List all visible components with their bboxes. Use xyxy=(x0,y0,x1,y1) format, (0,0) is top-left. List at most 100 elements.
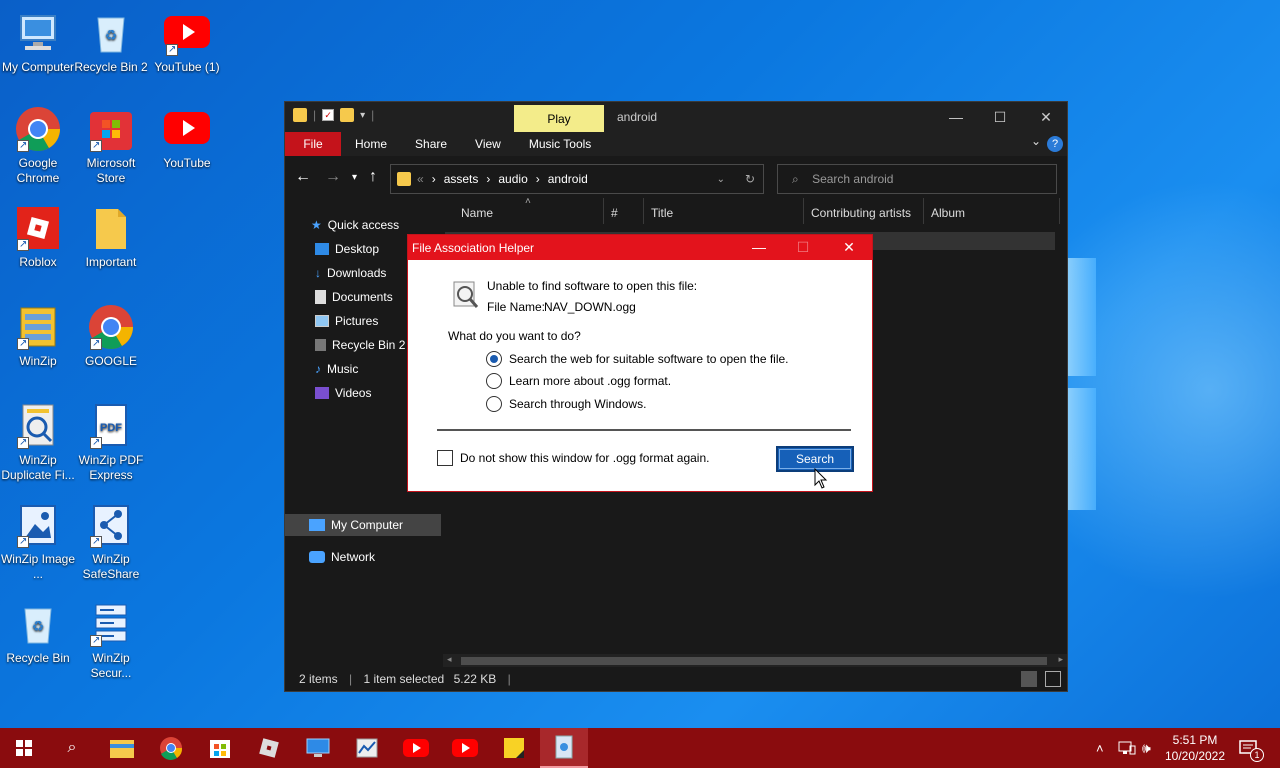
nav-item-pictures[interactable]: Pictures xyxy=(315,310,378,332)
radio-search-web[interactable] xyxy=(486,351,502,367)
taskbar-sticky-notes[interactable] xyxy=(490,728,538,768)
properties-icon[interactable]: ✓ xyxy=(322,109,335,121)
desktop-icon-roblox[interactable]: Roblox xyxy=(0,205,76,270)
column-header-album[interactable]: Album xyxy=(931,206,965,220)
radio-label-search-web[interactable]: Search the web for suitable software to … xyxy=(509,352,789,366)
column-header-contributing-artists[interactable]: Contributing artists xyxy=(811,206,911,220)
minimize-button[interactable]: — xyxy=(933,102,979,132)
nav-item-videos[interactable]: Videos xyxy=(315,382,371,404)
network-status-icon[interactable] xyxy=(1118,728,1136,768)
notification-center-button[interactable]: 1 xyxy=(1238,728,1264,768)
scroll-left-icon[interactable]: ◂ xyxy=(447,654,452,665)
tab-share[interactable]: Share xyxy=(401,132,461,156)
desktop-icon-google[interactable]: GOOGLE xyxy=(73,304,149,369)
details-view-icon[interactable] xyxy=(1021,671,1037,687)
nav-item-downloads[interactable]: ↓ Downloads xyxy=(315,262,386,284)
column-header-title[interactable]: Title xyxy=(651,206,673,220)
help-icon[interactable]: ? xyxy=(1047,136,1063,152)
up-arrow-icon[interactable]: ↑ xyxy=(369,168,377,186)
taskbar-clock[interactable]: 5:51 PM 10/20/2022 xyxy=(1162,732,1228,764)
large-icons-view-icon[interactable] xyxy=(1045,671,1061,687)
back-arrow-icon[interactable]: ← xyxy=(295,168,311,186)
volume-icon[interactable]: 🕪 xyxy=(1142,728,1151,768)
radio-label-search-windows[interactable]: Search through Windows. xyxy=(509,397,646,411)
nav-item-quick-access[interactable]: ★ Quick access xyxy=(311,214,399,236)
column-separator[interactable] xyxy=(603,198,604,224)
taskbar-youtube-1[interactable] xyxy=(392,728,440,768)
taskbar-remote-desktop[interactable] xyxy=(294,728,342,768)
taskbar-chrome[interactable] xyxy=(147,728,195,768)
radio-learn-more[interactable] xyxy=(486,373,502,389)
breadcrumb-overflow[interactable]: « xyxy=(417,172,424,186)
dialog-maximize-button[interactable]: ☐ xyxy=(782,235,824,260)
desktop-icon-youtube-1[interactable]: YouTube (1) xyxy=(149,10,225,75)
radio-label-learn-more[interactable]: Learn more about .ogg format. xyxy=(509,374,671,388)
desktop-icon-youtube[interactable]: YouTube xyxy=(149,106,225,171)
desktop-icon-winzip-safeshare[interactable]: WinZip SafeShare xyxy=(73,502,149,582)
scrollbar-thumb[interactable] xyxy=(461,657,1047,665)
desktop-icon-winzip-image[interactable]: WinZip Image ... xyxy=(0,502,76,582)
close-button[interactable]: ✕ xyxy=(1023,102,1069,132)
dialog-minimize-button[interactable]: — xyxy=(738,235,780,260)
tab-file[interactable]: File xyxy=(285,132,341,156)
expand-ribbon-icon[interactable]: ⌄ xyxy=(1031,134,1041,148)
desktop-icon-winzip[interactable]: WinZip xyxy=(0,304,76,369)
desktop-icon-winzip-pdf[interactable]: PDF WinZip PDF Express xyxy=(73,403,149,483)
column-header-name[interactable]: Name xyxy=(461,206,493,220)
taskbar-search-button[interactable]: ⌕ xyxy=(48,728,96,768)
breadcrumb-assets[interactable]: assets xyxy=(444,172,479,186)
desktop-icon-winzip-duplicate[interactable]: WinZip Duplicate Fi... xyxy=(0,403,76,483)
column-separator[interactable] xyxy=(923,198,924,224)
explorer-titlebar[interactable]: | ✓ ▾ | Play android — ☐ ✕ xyxy=(285,102,1067,132)
start-button[interactable] xyxy=(0,728,48,768)
nav-item-desktop[interactable]: Desktop xyxy=(315,238,379,260)
tab-view[interactable]: View xyxy=(461,132,515,156)
do-not-show-checkbox[interactable] xyxy=(437,450,453,466)
taskbar-youtube-2[interactable] xyxy=(441,728,489,768)
taskbar-file-association-helper[interactable] xyxy=(540,728,588,768)
nav-item-documents[interactable]: Documents xyxy=(315,286,393,308)
taskbar-roblox[interactable] xyxy=(245,728,293,768)
desktop-icon-my-computer[interactable]: My Computer xyxy=(0,10,76,75)
breadcrumb-android[interactable]: android xyxy=(548,172,588,186)
desktop-icon-microsoft-store[interactable]: Microsoft Store xyxy=(73,106,149,186)
taskbar-system-monitor[interactable] xyxy=(343,728,391,768)
address-bar[interactable]: « › assets › audio › android ⌄ ↻ xyxy=(390,164,764,194)
desktop-icon-recycle-bin-2[interactable]: ♻ Recycle Bin 2 xyxy=(73,10,149,75)
desktop-icon-winzip-secure[interactable]: WinZip Secur... xyxy=(73,601,149,681)
forward-arrow-icon[interactable]: → xyxy=(325,168,341,186)
recent-locations-chevron-icon[interactable]: ▾ xyxy=(352,172,357,183)
search-input[interactable]: ⌕ Search android xyxy=(777,164,1057,194)
dialog-close-button[interactable]: ✕ xyxy=(828,235,870,260)
tab-music-tools[interactable]: Music Tools xyxy=(515,132,605,156)
file-association-dialog[interactable]: File Association Helper — ☐ ✕ Unable to … xyxy=(407,234,873,492)
column-separator[interactable] xyxy=(1059,198,1060,224)
nav-item-network[interactable]: Network xyxy=(309,546,375,568)
horizontal-scrollbar[interactable]: ◂ ▸ xyxy=(443,654,1067,668)
tab-home[interactable]: Home xyxy=(341,132,401,156)
dialog-titlebar[interactable]: File Association Helper — ☐ ✕ xyxy=(408,235,872,260)
taskbar-microsoft-store[interactable] xyxy=(196,728,244,768)
ribbon-context-tab-play[interactable]: Play xyxy=(514,105,604,132)
desktop-icon-recycle-bin[interactable]: ♻ Recycle Bin xyxy=(0,601,76,666)
folder-icon[interactable] xyxy=(293,108,307,122)
show-hidden-icons-chevron-icon[interactable]: ˄ xyxy=(1096,728,1104,768)
address-dropdown-icon[interactable]: ⌄ xyxy=(717,174,725,185)
taskbar-file-explorer[interactable] xyxy=(98,728,146,768)
desktop-icon-google-chrome[interactable]: Google Chrome xyxy=(0,106,76,186)
breadcrumb-audio[interactable]: audio xyxy=(498,172,527,186)
radio-search-windows[interactable] xyxy=(486,396,502,412)
nav-item-recycle-bin-2[interactable]: Recycle Bin 2 xyxy=(315,334,405,356)
column-header-number[interactable]: # xyxy=(611,206,618,220)
refresh-icon[interactable]: ↻ xyxy=(745,172,755,186)
column-separator[interactable] xyxy=(643,198,644,224)
maximize-button[interactable]: ☐ xyxy=(977,102,1023,132)
nav-item-music[interactable]: ♪ Music xyxy=(315,358,358,380)
nav-item-my-computer[interactable]: My Computer xyxy=(309,514,403,536)
new-folder-icon[interactable] xyxy=(340,108,355,122)
customize-dropdown-icon[interactable]: ▾ xyxy=(360,110,365,121)
do-not-show-label[interactable]: Do not show this window for .ogg format … xyxy=(460,451,709,465)
column-separator[interactable] xyxy=(803,198,804,224)
scroll-right-icon[interactable]: ▸ xyxy=(1058,654,1063,665)
desktop-icon-important[interactable]: Important xyxy=(73,205,149,270)
